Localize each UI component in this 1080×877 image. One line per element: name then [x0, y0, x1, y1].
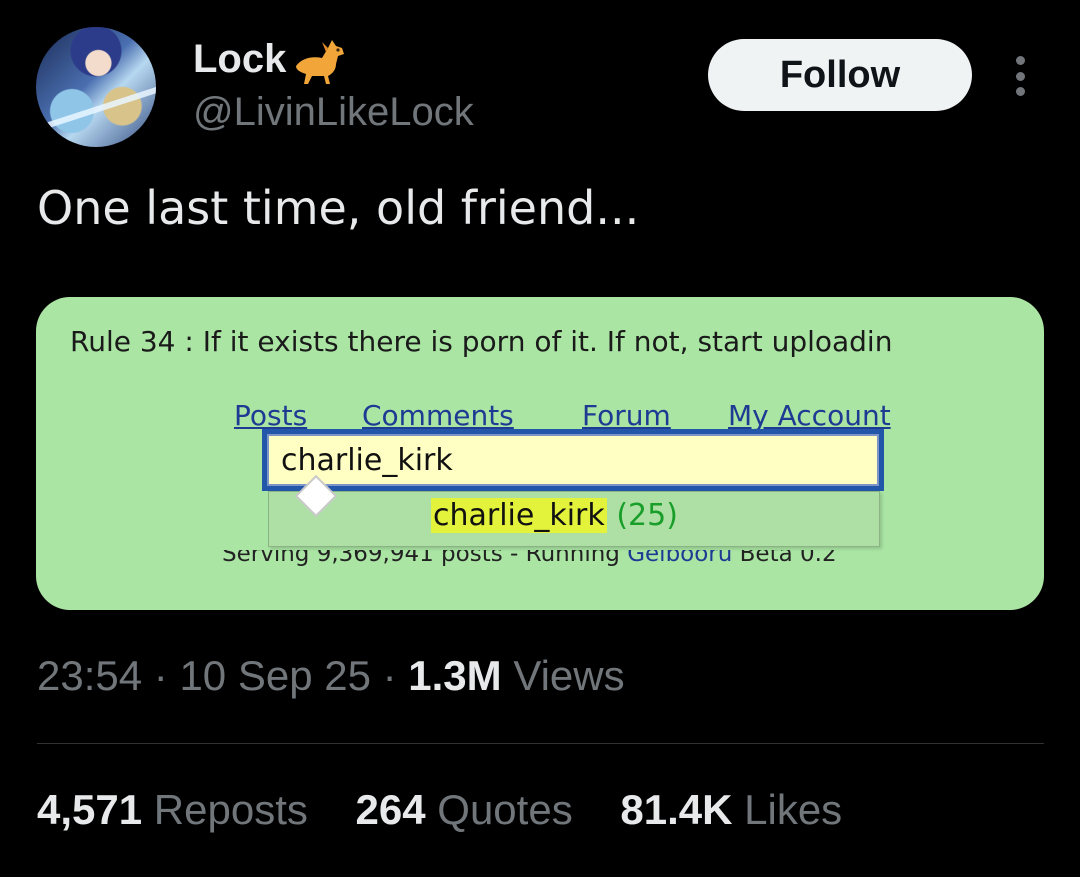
tweet-meta: 23:54 · 10 Sep 25 · 1.3M Views [37, 652, 625, 699]
autocomplete-item: charlie_kirk (25) [431, 498, 678, 533]
engagement-stats: 4,571 Reposts 264 Quotes 81.4K Likes [37, 786, 878, 834]
nav-posts: Posts [234, 399, 308, 432]
horse-icon [296, 40, 344, 84]
tweet-time[interactable]: 23:54 [37, 652, 142, 699]
site-search-box: charlie_kirk [262, 429, 884, 491]
avatar[interactable] [36, 27, 156, 147]
rule-text: Rule 34 : If it exists there is porn of … [70, 325, 893, 358]
tweet-date[interactable]: 10 Sep 25 [179, 652, 371, 699]
follow-button[interactable]: Follow [708, 39, 972, 111]
views-count: 1.3M [408, 652, 502, 699]
nav-my-account: My Account [728, 399, 891, 432]
author-handle[interactable]: @LivinLikeLock [193, 88, 474, 136]
tweet-media-image[interactable]: Rule 34 : If it exists there is porn of … [36, 297, 1044, 610]
nav-forum: Forum [582, 399, 671, 432]
autocomplete-dropdown: charlie_kirk (25) [268, 491, 880, 547]
views-label: Views [501, 652, 625, 699]
more-options-icon[interactable] [1008, 56, 1032, 96]
divider [37, 743, 1044, 744]
likes-stat[interactable]: 81.4K Likes [620, 786, 842, 834]
display-name[interactable]: Lock [193, 36, 286, 82]
quotes-stat[interactable]: 264 Quotes [356, 786, 573, 834]
nav-comments: Comments [362, 399, 514, 432]
reposts-stat[interactable]: 4,571 Reposts [37, 786, 308, 834]
site-search-input: charlie_kirk [267, 434, 879, 486]
tweet-text: One last time, old friend... [37, 181, 640, 235]
